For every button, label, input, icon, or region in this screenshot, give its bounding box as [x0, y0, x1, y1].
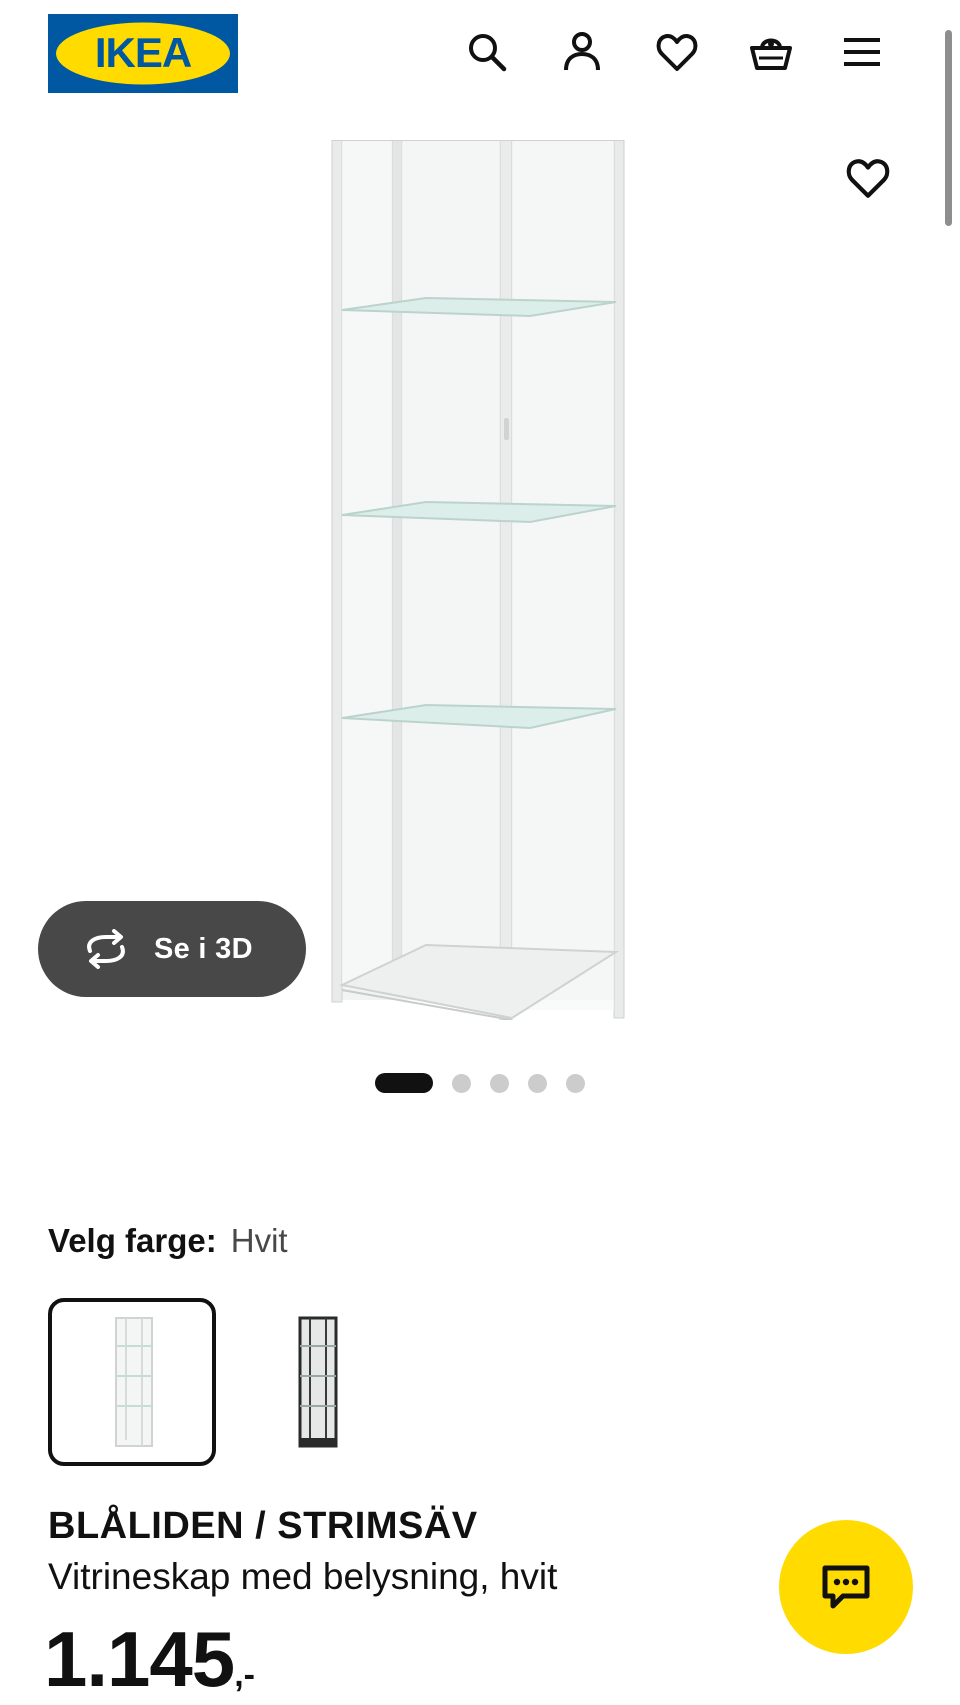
chat-icon: [822, 1565, 870, 1609]
price-suffix: ,-: [234, 1656, 255, 1694]
carousel-dot-active[interactable]: [375, 1073, 433, 1093]
account-icon[interactable]: [558, 28, 606, 76]
color-selector-label: Velg farge: Hvit: [48, 1222, 288, 1260]
carousel-dots: [375, 1073, 604, 1093]
search-icon[interactable]: [463, 28, 511, 76]
carousel-dot[interactable]: [490, 1073, 509, 1093]
ikea-logo[interactable]: IKEA: [48, 14, 238, 93]
view-in-3d-label: Se i 3D: [154, 932, 253, 965]
carousel-dot[interactable]: [566, 1073, 585, 1093]
carousel-dot[interactable]: [452, 1073, 471, 1093]
basket-icon[interactable]: [747, 28, 795, 76]
color-label: Velg farge:: [48, 1222, 217, 1259]
rotate-3d-icon: [87, 929, 125, 969]
carousel-dot[interactable]: [528, 1073, 547, 1093]
color-swatch-white[interactable]: [48, 1298, 216, 1466]
menu-icon[interactable]: [838, 28, 886, 76]
product-image[interactable]: [330, 139, 630, 1021]
product-description: Vitrineskap med belysning, hvit: [48, 1556, 558, 1597]
color-swatch-black[interactable]: [232, 1298, 400, 1466]
selected-color: Hvit: [230, 1222, 288, 1259]
product-gallery[interactable]: [0, 115, 960, 1035]
svg-text:IKEA: IKEA: [95, 29, 192, 76]
view-in-3d-button[interactable]: Se i 3D: [38, 901, 306, 997]
product-name[interactable]: BLÅLIDEN / STRIMSÄV: [48, 1505, 478, 1548]
price-amount: 1.145: [44, 1615, 235, 1703]
chat-button[interactable]: [779, 1520, 913, 1654]
favourite-product-icon[interactable]: [835, 145, 901, 211]
header: IKEA: [0, 0, 960, 110]
heart-icon[interactable]: [653, 28, 701, 76]
product-price: 1.145 ,-: [44, 1614, 255, 1705]
